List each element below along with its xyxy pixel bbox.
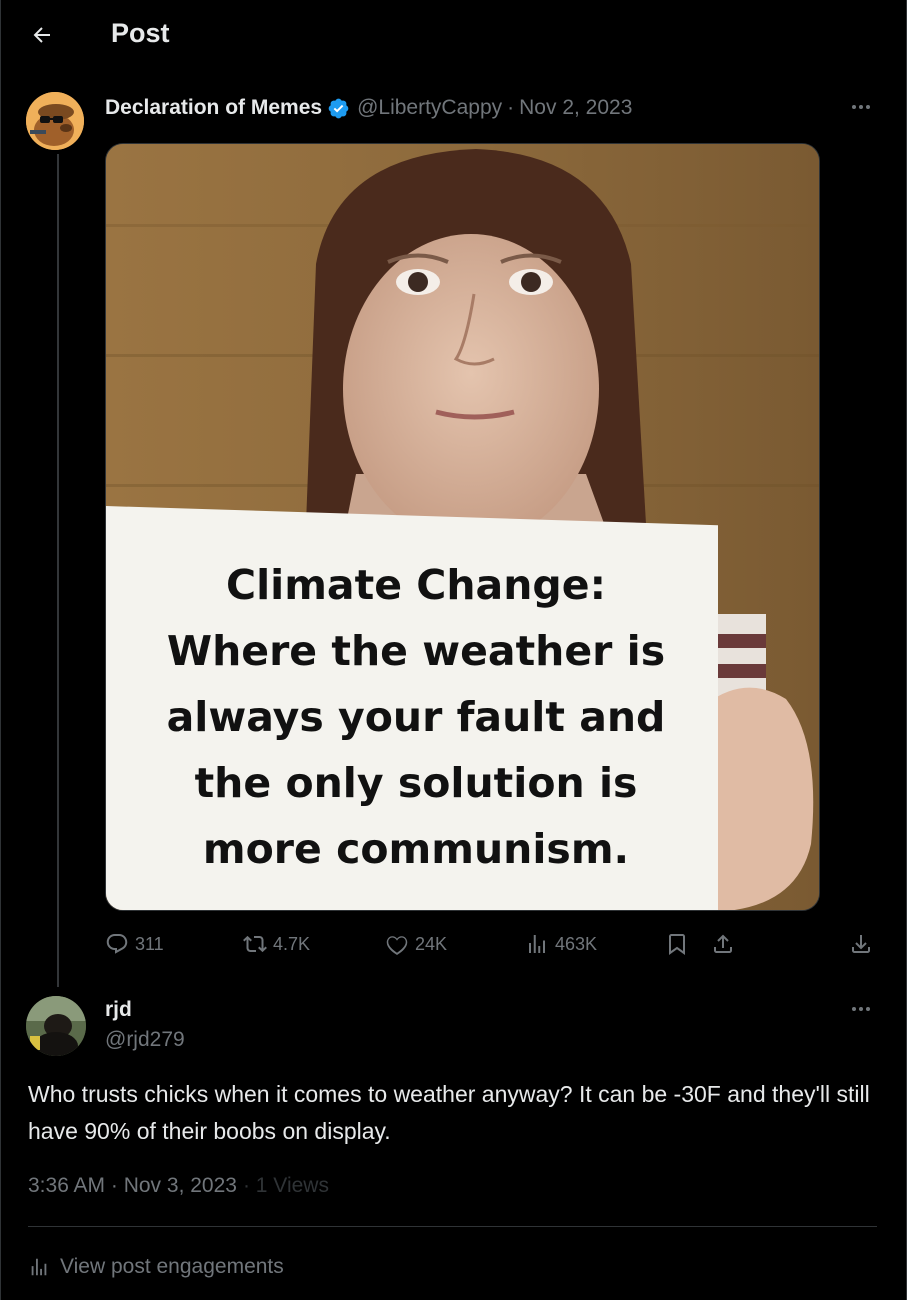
views-label: · 1 Views: [242, 1174, 329, 1197]
post-meta: 3:36 AM · Nov 3, 2023 · 1 Views: [28, 1174, 329, 1198]
back-button[interactable]: [24, 17, 60, 53]
download-icon: [852, 935, 870, 953]
divider: [28, 1226, 877, 1227]
post-timestamp[interactable]: 3:36 AM · Nov 3, 2023: [28, 1174, 237, 1197]
author-name[interactable]: Declaration of Memes: [105, 96, 322, 120]
sign-line: Climate Change:: [226, 561, 606, 609]
back-arrow-icon: [33, 27, 50, 43]
repost-count: 4.7K: [273, 933, 311, 954]
like-count: 24K: [415, 933, 448, 954]
capybara-avatar-icon: [26, 92, 84, 150]
share-icon: [714, 934, 732, 953]
more-icon: [852, 105, 856, 109]
action-bar: 311 4.7K 24K 463K: [105, 926, 875, 962]
view-engagements-link[interactable]: View post engagements: [28, 1252, 284, 1282]
reply-author-handle[interactable]: @rjd279: [105, 1028, 185, 1052]
thread-line: [57, 154, 59, 987]
bookmark-button[interactable]: [665, 926, 689, 962]
sign-line: always your fault and: [166, 693, 666, 741]
views-icon: [529, 935, 545, 953]
reply-button[interactable]: 311: [105, 926, 164, 962]
reply-avatar[interactable]: [26, 996, 86, 1056]
more-options-button[interactable]: [846, 97, 876, 117]
more-icon: [852, 1007, 856, 1011]
verified-badge-icon: [327, 97, 350, 120]
author-handle[interactable]: @LibertyCappy: [357, 96, 502, 120]
reply-text: Who trusts chicks when it comes to weath…: [28, 1081, 870, 1144]
sign-line: more communism.: [202, 825, 630, 873]
views-count: 463K: [555, 933, 598, 954]
reply-icon: [106, 934, 128, 954]
engagements-label: View post engagements: [60, 1255, 284, 1278]
share-button[interactable]: [711, 926, 735, 962]
repost-button[interactable]: 4.7K: [243, 926, 310, 962]
like-icon: [386, 936, 408, 955]
post-date[interactable]: Nov 2, 2023: [519, 96, 632, 120]
download-button[interactable]: [849, 926, 873, 962]
repost-icon: [243, 935, 267, 953]
like-button[interactable]: 24K: [385, 926, 447, 962]
bookmark-icon: [669, 934, 685, 955]
reply-more-options-button[interactable]: [846, 999, 876, 1019]
top-header: Post: [0, 0, 907, 70]
user-avatar-icon: [26, 996, 86, 1056]
reply-count: 311: [135, 933, 164, 954]
sign-text: Climate Change: Where the weather is alw…: [116, 552, 716, 882]
avatar[interactable]: [26, 92, 84, 150]
reply-author-name[interactable]: rjd: [105, 998, 132, 1022]
page-title: Post: [111, 18, 170, 48]
engagements-icon: [31, 1258, 47, 1276]
post-image[interactable]: Climate Change: Where the weather is alw…: [105, 143, 820, 911]
sign-line: the only solution is: [194, 759, 638, 807]
sign-line: Where the weather is: [166, 627, 666, 675]
separator-dot: ·: [507, 96, 515, 119]
views-button[interactable]: 463K: [525, 926, 597, 962]
post-header: Declaration of Memes @LibertyCappy · Nov…: [105, 94, 632, 122]
